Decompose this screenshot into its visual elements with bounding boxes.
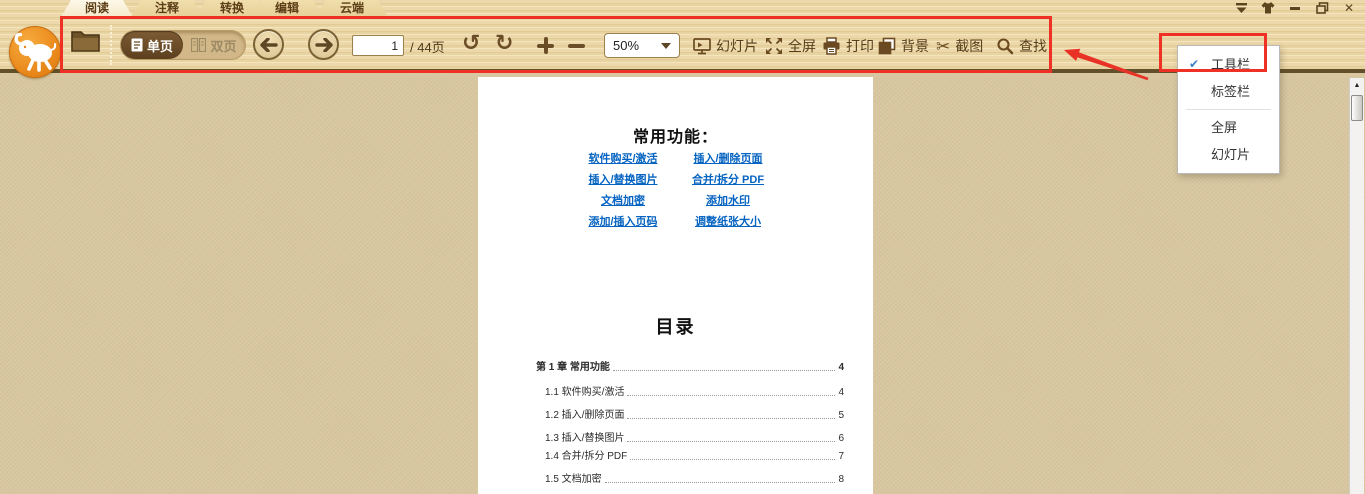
- background-icon: [878, 37, 896, 55]
- toc-row[interactable]: 1.5 文档加密 8: [536, 472, 844, 485]
- toc-page-number: 5: [838, 410, 844, 421]
- view-context-menu: ✔ 工具栏 标签栏 全屏 幻灯片: [1177, 45, 1280, 174]
- skin-icon[interactable]: [1260, 2, 1276, 14]
- toc-leader: [630, 459, 836, 460]
- check-icon: ✔: [1189, 57, 1200, 71]
- tab-read[interactable]: 阅读: [61, 0, 133, 17]
- slideshow-button[interactable]: 幻灯片: [693, 34, 758, 58]
- main-toolbar: 单页 双页 / 44页 ↺ ↻: [0, 17, 1365, 73]
- pdf-link[interactable]: 添加水印: [663, 191, 793, 212]
- minus-icon: [568, 37, 585, 54]
- arrow-left-icon: [259, 37, 278, 52]
- zoom-in-button[interactable]: [537, 37, 554, 54]
- toc-title: 目录: [655, 317, 696, 337]
- single-page-toggle[interactable]: 单页: [121, 31, 183, 59]
- toc-leader: [627, 395, 836, 396]
- next-page-button[interactable]: [308, 29, 339, 60]
- arrow-right-icon: [314, 37, 333, 52]
- open-file-button[interactable]: [70, 27, 102, 54]
- print-button[interactable]: 打印: [822, 34, 874, 58]
- scroll-thumb[interactable]: [1351, 95, 1363, 121]
- pdf-page: 常用功能： 软件购买/激活 插入/替换图片 文档加密 添加/插入页码 插入/删除…: [478, 77, 873, 494]
- toc-leader: [604, 482, 836, 483]
- restore-icon: [1315, 2, 1328, 14]
- section-title: 常用功能：: [632, 129, 718, 146]
- menu-item-fullscreen[interactable]: 全屏: [1178, 114, 1279, 141]
- rotate-ccw-icon: ↺: [462, 30, 481, 55]
- zoom-out-button[interactable]: [568, 37, 585, 54]
- page-number-input[interactable]: [352, 35, 404, 56]
- toc-row[interactable]: 1.3 插入/替换图片 6: [536, 431, 844, 444]
- single-page-icon: [131, 38, 143, 52]
- restore-button[interactable]: [1314, 2, 1330, 14]
- prev-page-button[interactable]: [253, 29, 284, 60]
- window-menu-icon[interactable]: [1233, 2, 1249, 14]
- elephant-logo[interactable]: [9, 26, 61, 78]
- toc-leader: [627, 441, 836, 442]
- page-total-label: / 44页: [410, 40, 445, 55]
- chevron-down-icon: [661, 42, 671, 49]
- double-page-icon: [191, 38, 207, 52]
- title-bar: 阅读 注释 转换 编辑 云端 ✕ 单页 双页 1 / 44页 ↺ ↻ 50% 幻…: [0, 0, 1365, 73]
- toc-page-number: 8: [838, 474, 844, 485]
- toc-page-number: 4: [838, 362, 844, 373]
- toc-row[interactable]: 1.2 插入/删除页面 5: [536, 408, 844, 421]
- rotate-cw-icon: ↻: [495, 30, 514, 55]
- pdf-link[interactable]: 调整纸张大小: [663, 212, 793, 233]
- scissors-icon: ✂: [936, 36, 951, 56]
- pdf-links-right: 插入/删除页面 合并/拆分 PDF 添加水印 调整纸张大小: [663, 149, 793, 233]
- toc-page-number: 4: [838, 387, 844, 398]
- fullscreen-icon: [766, 38, 782, 54]
- tab-cloud[interactable]: 云端: [316, 0, 388, 17]
- pdf-link[interactable]: 插入/删除页面: [663, 149, 793, 170]
- triangle-up-icon: ▲: [1353, 82, 1361, 89]
- toc-row[interactable]: 1.4 合并/拆分 PDF 7: [536, 449, 844, 462]
- menu-item-tabbar[interactable]: 标签栏: [1178, 78, 1279, 105]
- app-window: 阅读 注释 转换 编辑 云端 ✕ 单页 双页 1 / 44页 ↺ ↻ 50% 幻…: [0, 0, 1365, 494]
- rotate-right-button[interactable]: ↻: [495, 32, 513, 54]
- toc-leader: [627, 418, 836, 419]
- toc-row[interactable]: 1.1 软件购买/激活 4: [536, 385, 844, 398]
- minimize-button[interactable]: [1287, 2, 1303, 14]
- minimize-icon: [1290, 6, 1300, 10]
- menu-item-toolbar[interactable]: ✔ 工具栏: [1178, 51, 1279, 78]
- toolbar-separator: [110, 25, 112, 65]
- window-controls: ✕: [1233, 2, 1357, 14]
- fullscreen-button[interactable]: 全屏: [765, 34, 816, 58]
- background-button[interactable]: 背景: [878, 34, 929, 58]
- close-icon: ✕: [1343, 1, 1355, 15]
- toc-page-number: 7: [838, 451, 844, 462]
- toc-page-number: 6: [838, 433, 844, 444]
- menu-item-slideshow[interactable]: 幻灯片: [1178, 141, 1279, 168]
- find-button[interactable]: 查找: [996, 34, 1047, 58]
- slideshow-icon: [693, 38, 711, 55]
- menu-divider: [1186, 109, 1271, 110]
- tab-annotate[interactable]: 注释: [131, 0, 203, 17]
- plus-icon: [537, 37, 554, 54]
- folder-icon: [71, 31, 100, 52]
- print-icon: [823, 37, 840, 55]
- vertical-scrollbar[interactable]: ▲: [1349, 78, 1364, 494]
- tab-edit[interactable]: 编辑: [251, 0, 323, 17]
- scroll-up-button[interactable]: ▲: [1350, 78, 1364, 93]
- page-view-toggle: 单页 双页: [120, 30, 246, 60]
- close-button[interactable]: ✕: [1341, 2, 1357, 14]
- pdf-link[interactable]: 合并/拆分 PDF: [663, 170, 793, 191]
- document-area[interactable]: 常用功能： 软件购买/激活 插入/替换图片 文档加密 添加/插入页码 插入/删除…: [0, 77, 1365, 494]
- toc-leader: [612, 370, 836, 371]
- zoom-level-value: 50%: [613, 38, 640, 53]
- double-page-toggle[interactable]: 双页: [183, 31, 245, 59]
- rotate-left-button[interactable]: ↺: [462, 32, 480, 54]
- toc-row[interactable]: 第 1 章 常用功能 4: [536, 360, 844, 373]
- search-icon: [997, 38, 1014, 55]
- zoom-level-select[interactable]: 50%: [604, 33, 680, 58]
- screenshot-button[interactable]: ✂ 截图: [936, 34, 983, 58]
